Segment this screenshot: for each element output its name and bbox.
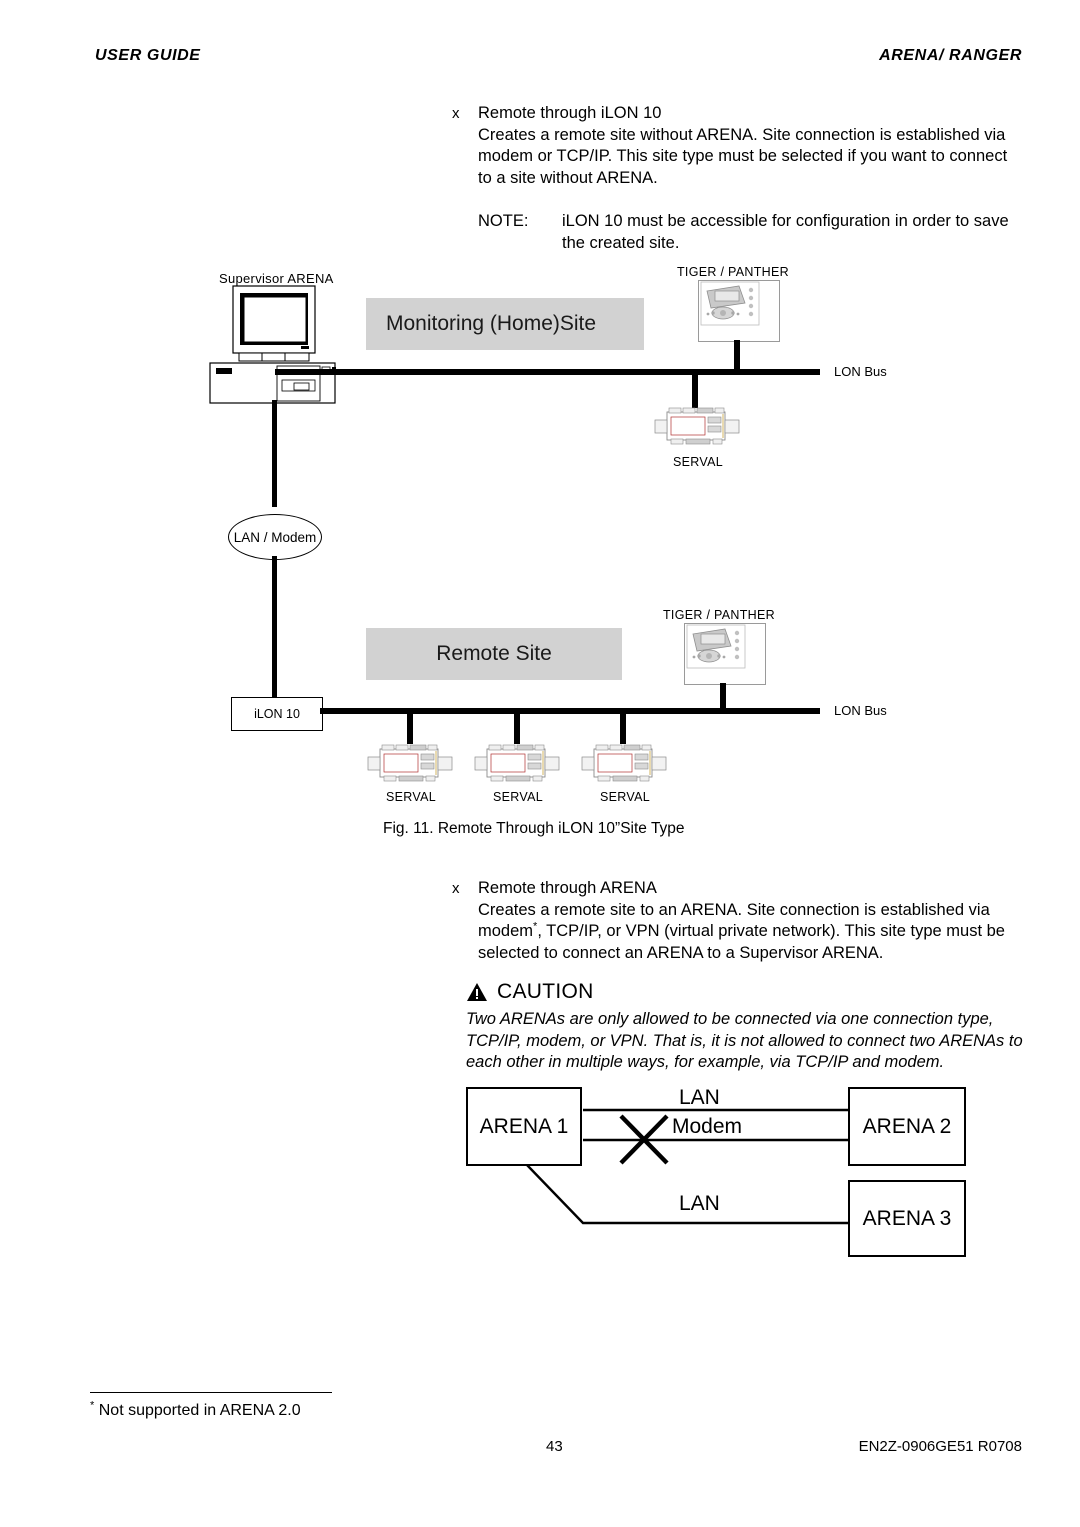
document-page: USER GUIDE ARENA/ RANGER x Remote throug… (0, 0, 1080, 1527)
document-code: EN2Z-0906GE51 R0708 (858, 1438, 1022, 1455)
arena-3-node: ARENA 3 (848, 1180, 966, 1257)
lan-label-top: LAN (679, 1086, 720, 1109)
arena-3-label: ARENA 3 (862, 1206, 952, 1230)
lan-label-bottom: LAN (679, 1192, 720, 1215)
page-number: 43 (546, 1438, 563, 1455)
footnote-body: Not supported in ARENA 2.0 (98, 1402, 301, 1419)
arena-connection-diagram: ARENA 1 ARENA 2 ARENA 3 LAN Modem LAN (0, 0, 1080, 1527)
arena-2-node: ARENA 2 (848, 1087, 966, 1166)
arena-2-label: ARENA 2 (862, 1114, 952, 1138)
footnote-separator-rule (90, 1392, 332, 1393)
modem-label: Modem (672, 1115, 743, 1138)
arena-1-label: ARENA 1 (479, 1114, 569, 1138)
arena-1-node: ARENA 1 (466, 1087, 582, 1166)
footnote-asterisk: * (90, 1399, 95, 1412)
footnote-text: * Not supported in ARENA 2.0 (90, 1399, 301, 1420)
